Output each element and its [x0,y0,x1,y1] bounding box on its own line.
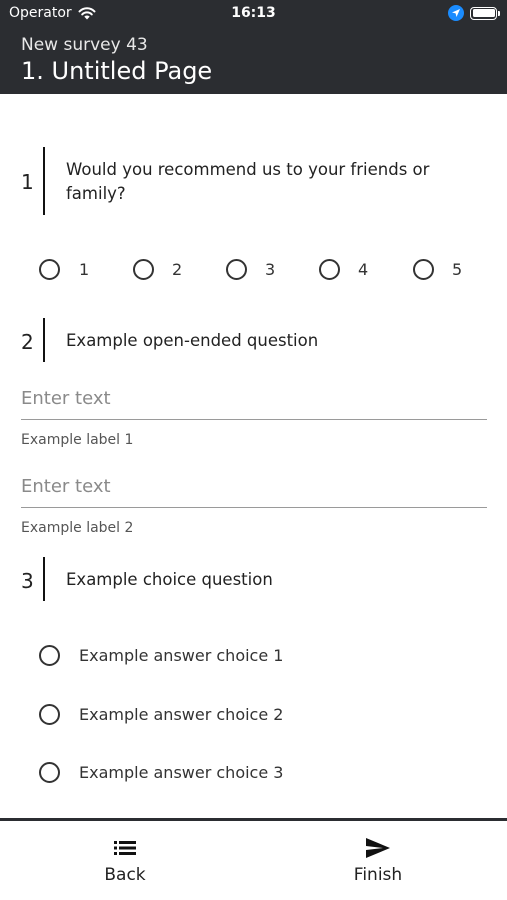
question-number: 1 [21,170,34,194]
choice-radio-3[interactable] [39,762,60,783]
question-text: Would you recommend us to your friends o… [66,160,430,203]
bottom-nav: Back Finish [0,818,507,900]
header: Operator 16:13 New survey 43 1. Untitled… [0,0,507,94]
location-arrow-icon [448,5,464,21]
text-field-2[interactable] [21,466,487,508]
rating-label-5: 5 [452,260,463,279]
choice-label-1[interactable]: Example answer choice 1 [79,646,283,665]
field-label-2: Example label 2 [21,520,134,536]
rating-radio-2[interactable] [133,259,154,280]
question-text: Example open-ended question [66,331,319,350]
question-text: Example choice question [66,570,273,589]
rating-label-4: 4 [358,260,369,279]
status-bar: Operator 16:13 [0,0,507,28]
rating-label-2: 2 [172,260,183,279]
back-button[interactable]: Back [55,835,195,891]
page-title: 1. Untitled Page [21,57,213,85]
status-icons [448,5,500,21]
finish-label: Finish [353,865,403,885]
question-divider [43,147,45,215]
back-label: Back [104,865,146,885]
choice-label-3[interactable]: Example answer choice 3 [79,763,283,782]
question-number: 2 [21,330,34,354]
send-icon [366,838,390,858]
list-icon [114,841,136,855]
rating-radio-3[interactable] [226,259,247,280]
question-number: 3 [21,569,34,593]
question-divider [43,557,45,601]
rating-radio-4[interactable] [319,259,340,280]
question-divider [43,318,45,362]
field-label-1: Example label 1 [21,432,134,448]
choice-label-2[interactable]: Example answer choice 2 [79,705,283,724]
finish-button[interactable]: Finish [308,835,448,891]
rating-radio-5[interactable] [413,259,434,280]
survey-name: New survey 43 [21,35,148,55]
rating-label-3: 3 [265,260,276,279]
battery-icon [470,6,500,20]
text-field-1[interactable] [21,378,487,420]
clock: 16:13 [231,5,276,21]
rating-label-1: 1 [79,260,90,279]
choice-radio-1[interactable] [39,645,60,666]
rating-radio-1[interactable] [39,259,60,280]
choice-radio-2[interactable] [39,704,60,725]
